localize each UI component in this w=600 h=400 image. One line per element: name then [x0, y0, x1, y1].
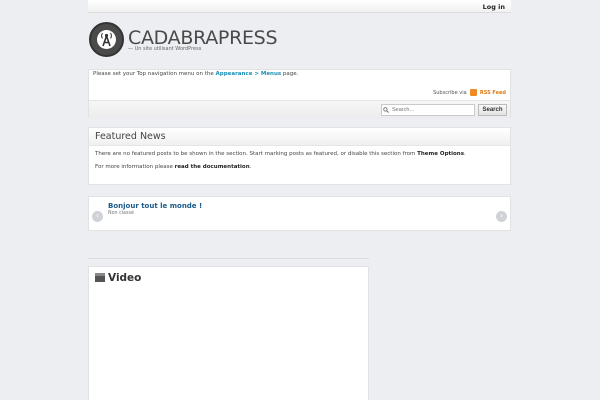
search-icon — [383, 107, 389, 113]
rss-icon — [470, 89, 478, 96]
slide-post-title[interactable]: Bonjour tout le monde ! — [108, 202, 202, 210]
featured-news-box: Featured News There are no featured post… — [88, 127, 511, 185]
clapperboard-icon — [95, 273, 105, 282]
featured-empty-message: There are no featured posts to be shown … — [95, 151, 466, 157]
search-button[interactable]: Search — [478, 104, 507, 116]
documentation-link[interactable]: read the documentation — [175, 164, 250, 170]
theme-options-link[interactable]: Theme Options — [417, 151, 464, 157]
video-box: Video — [88, 266, 369, 400]
chevron-right-icon[interactable]: › — [496, 211, 507, 222]
video-heading: Video — [95, 272, 141, 284]
featured-info-message: For more information please read the doc… — [95, 164, 252, 170]
search-input[interactable] — [381, 104, 475, 116]
top-bar: Log in — [88, 0, 511, 13]
video-title: Video — [108, 272, 142, 284]
site-description: — Un site utilisant WordPress — [128, 46, 202, 52]
chevron-left-icon[interactable]: ‹ — [92, 211, 103, 222]
section-divider — [88, 258, 369, 259]
slide-post-category: Non classé — [108, 211, 134, 216]
rss-feed-link[interactable]: RSS Feed — [480, 90, 506, 96]
navigation-panel: Please set your Top navigation menu on t… — [88, 69, 511, 118]
featured-news-title: Featured News — [89, 128, 510, 146]
appearance-menus-link[interactable]: Appearance > Menus — [216, 71, 282, 77]
post-slider: ‹ Bonjour tout le monde ! Non classé › — [88, 196, 511, 231]
login-link[interactable]: Log in — [483, 3, 505, 11]
subscribe-area: Subscribe via RSS Feed — [433, 89, 506, 96]
subscribe-label: Subscribe via — [433, 90, 467, 96]
broadcast-tower-icon — [101, 32, 112, 47]
site-logo-icon[interactable] — [89, 22, 124, 57]
site-header: CADABRAPRESS — Un site utilisant WordPre… — [88, 20, 511, 66]
search-bar: Search — [89, 100, 510, 118]
nav-notice: Please set your Top navigation menu on t… — [93, 71, 299, 77]
